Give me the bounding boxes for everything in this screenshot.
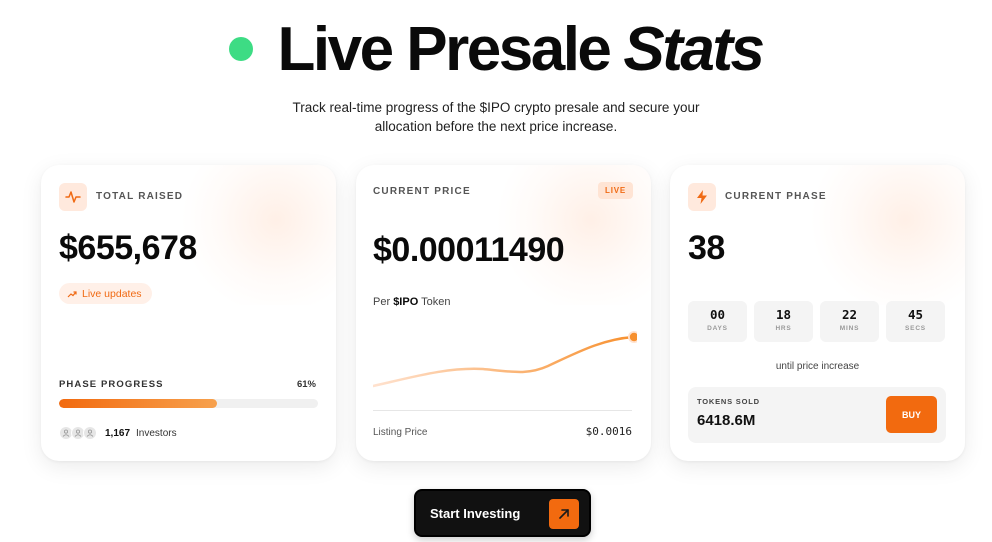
page-title-main: Live Presale [277, 14, 611, 84]
countdown-minutes: 22 MINS [820, 301, 879, 342]
listing-price-value: $0.0016 [585, 425, 632, 438]
phase-progress-bar [59, 399, 318, 408]
countdown-seconds: 45 SECS [886, 301, 945, 342]
current-phase-label: CURRENT PHASE [725, 191, 827, 202]
current-price-card: CURRENT PRICE LIVE $0.00011490 Per $IPO … [356, 165, 651, 461]
countdown-minutes-value: 22 [841, 307, 858, 322]
page-title-italic: Stats [623, 14, 765, 84]
arrow-up-right-icon [549, 499, 579, 529]
page-title: Live Presale Stats [277, 14, 765, 85]
tokens-sold-label: TOKENS SOLD [697, 397, 760, 406]
total-raised-label: TOTAL RAISED [96, 191, 184, 202]
current-phase-number: 38 [688, 229, 725, 267]
start-investing-button[interactable]: Start Investing [414, 489, 591, 537]
countdown-timer: 00 DAYS 18 HRS 22 MINS 45 SECS [688, 301, 945, 342]
total-raised-card: TOTAL RAISED $655,678 Live updates PHASE… [41, 165, 336, 461]
current-phase-card: CURRENT PHASE 38 00 DAYS 18 HRS 22 MINS 45 S… [670, 165, 965, 461]
total-raised-amount: $655,678 [59, 229, 197, 267]
phase-progress-fill [59, 399, 217, 408]
live-updates-text: Live updates [82, 287, 142, 300]
countdown-hours: 18 HRS [754, 301, 813, 342]
phase-progress-percent: 61% [296, 379, 316, 390]
price-trend-line [373, 335, 636, 388]
phase-progress-label: PHASE PROGRESS [59, 379, 164, 390]
start-investing-label: Start Investing [430, 505, 521, 521]
price-trend-chart [373, 331, 637, 388]
countdown-seconds-value: 45 [907, 307, 924, 322]
per-suffix: Token [421, 296, 451, 308]
investor-avatars [59, 426, 97, 440]
tokens-sold-value: 6418.6M [697, 412, 756, 429]
countdown-seconds-unit: SECS [905, 325, 926, 332]
avatar [83, 426, 97, 440]
countdown-days-value: 00 [709, 307, 726, 322]
countdown-hours-value: 18 [775, 307, 792, 322]
listing-price-label: Listing Price [373, 427, 428, 438]
hero-title-row: Live Presale Stats [0, 14, 992, 84]
token-symbol: $IPO [393, 296, 419, 308]
countdown-days-unit: DAYS [707, 325, 728, 332]
live-updates-pill: Live updates [59, 283, 152, 304]
investors-row: 1,167 Investors [59, 426, 177, 440]
trending-up-icon [67, 290, 77, 297]
activity-icon [59, 183, 87, 211]
tokens-sold-panel: TOKENS SOLD 6418.6M BUY [688, 387, 946, 443]
current-price-label: CURRENT PRICE [373, 186, 471, 197]
current-price-value: $0.00011490 [373, 231, 565, 269]
live-status-dot [229, 37, 254, 61]
lightning-icon [688, 183, 716, 211]
countdown-hours-unit: HRS [775, 325, 792, 332]
live-badge: LIVE [598, 182, 633, 199]
buy-button[interactable]: BUY [886, 396, 937, 433]
per-prefix: Per [373, 296, 391, 308]
investors-count: 1,167 [105, 427, 131, 439]
chart-divider [373, 410, 632, 411]
hero: Live Presale Stats Track real-time progre… [0, 14, 992, 136]
until-price-increase-text: until price increase [775, 361, 860, 372]
investors-label: Investors [136, 427, 177, 439]
per-token-text: Per $IPO Token [373, 296, 450, 308]
countdown-minutes-unit: MINS [839, 325, 860, 332]
page-subtitle: Track real-time progress of the $IPO cry… [292, 100, 700, 134]
countdown-days: 00 DAYS [688, 301, 747, 342]
